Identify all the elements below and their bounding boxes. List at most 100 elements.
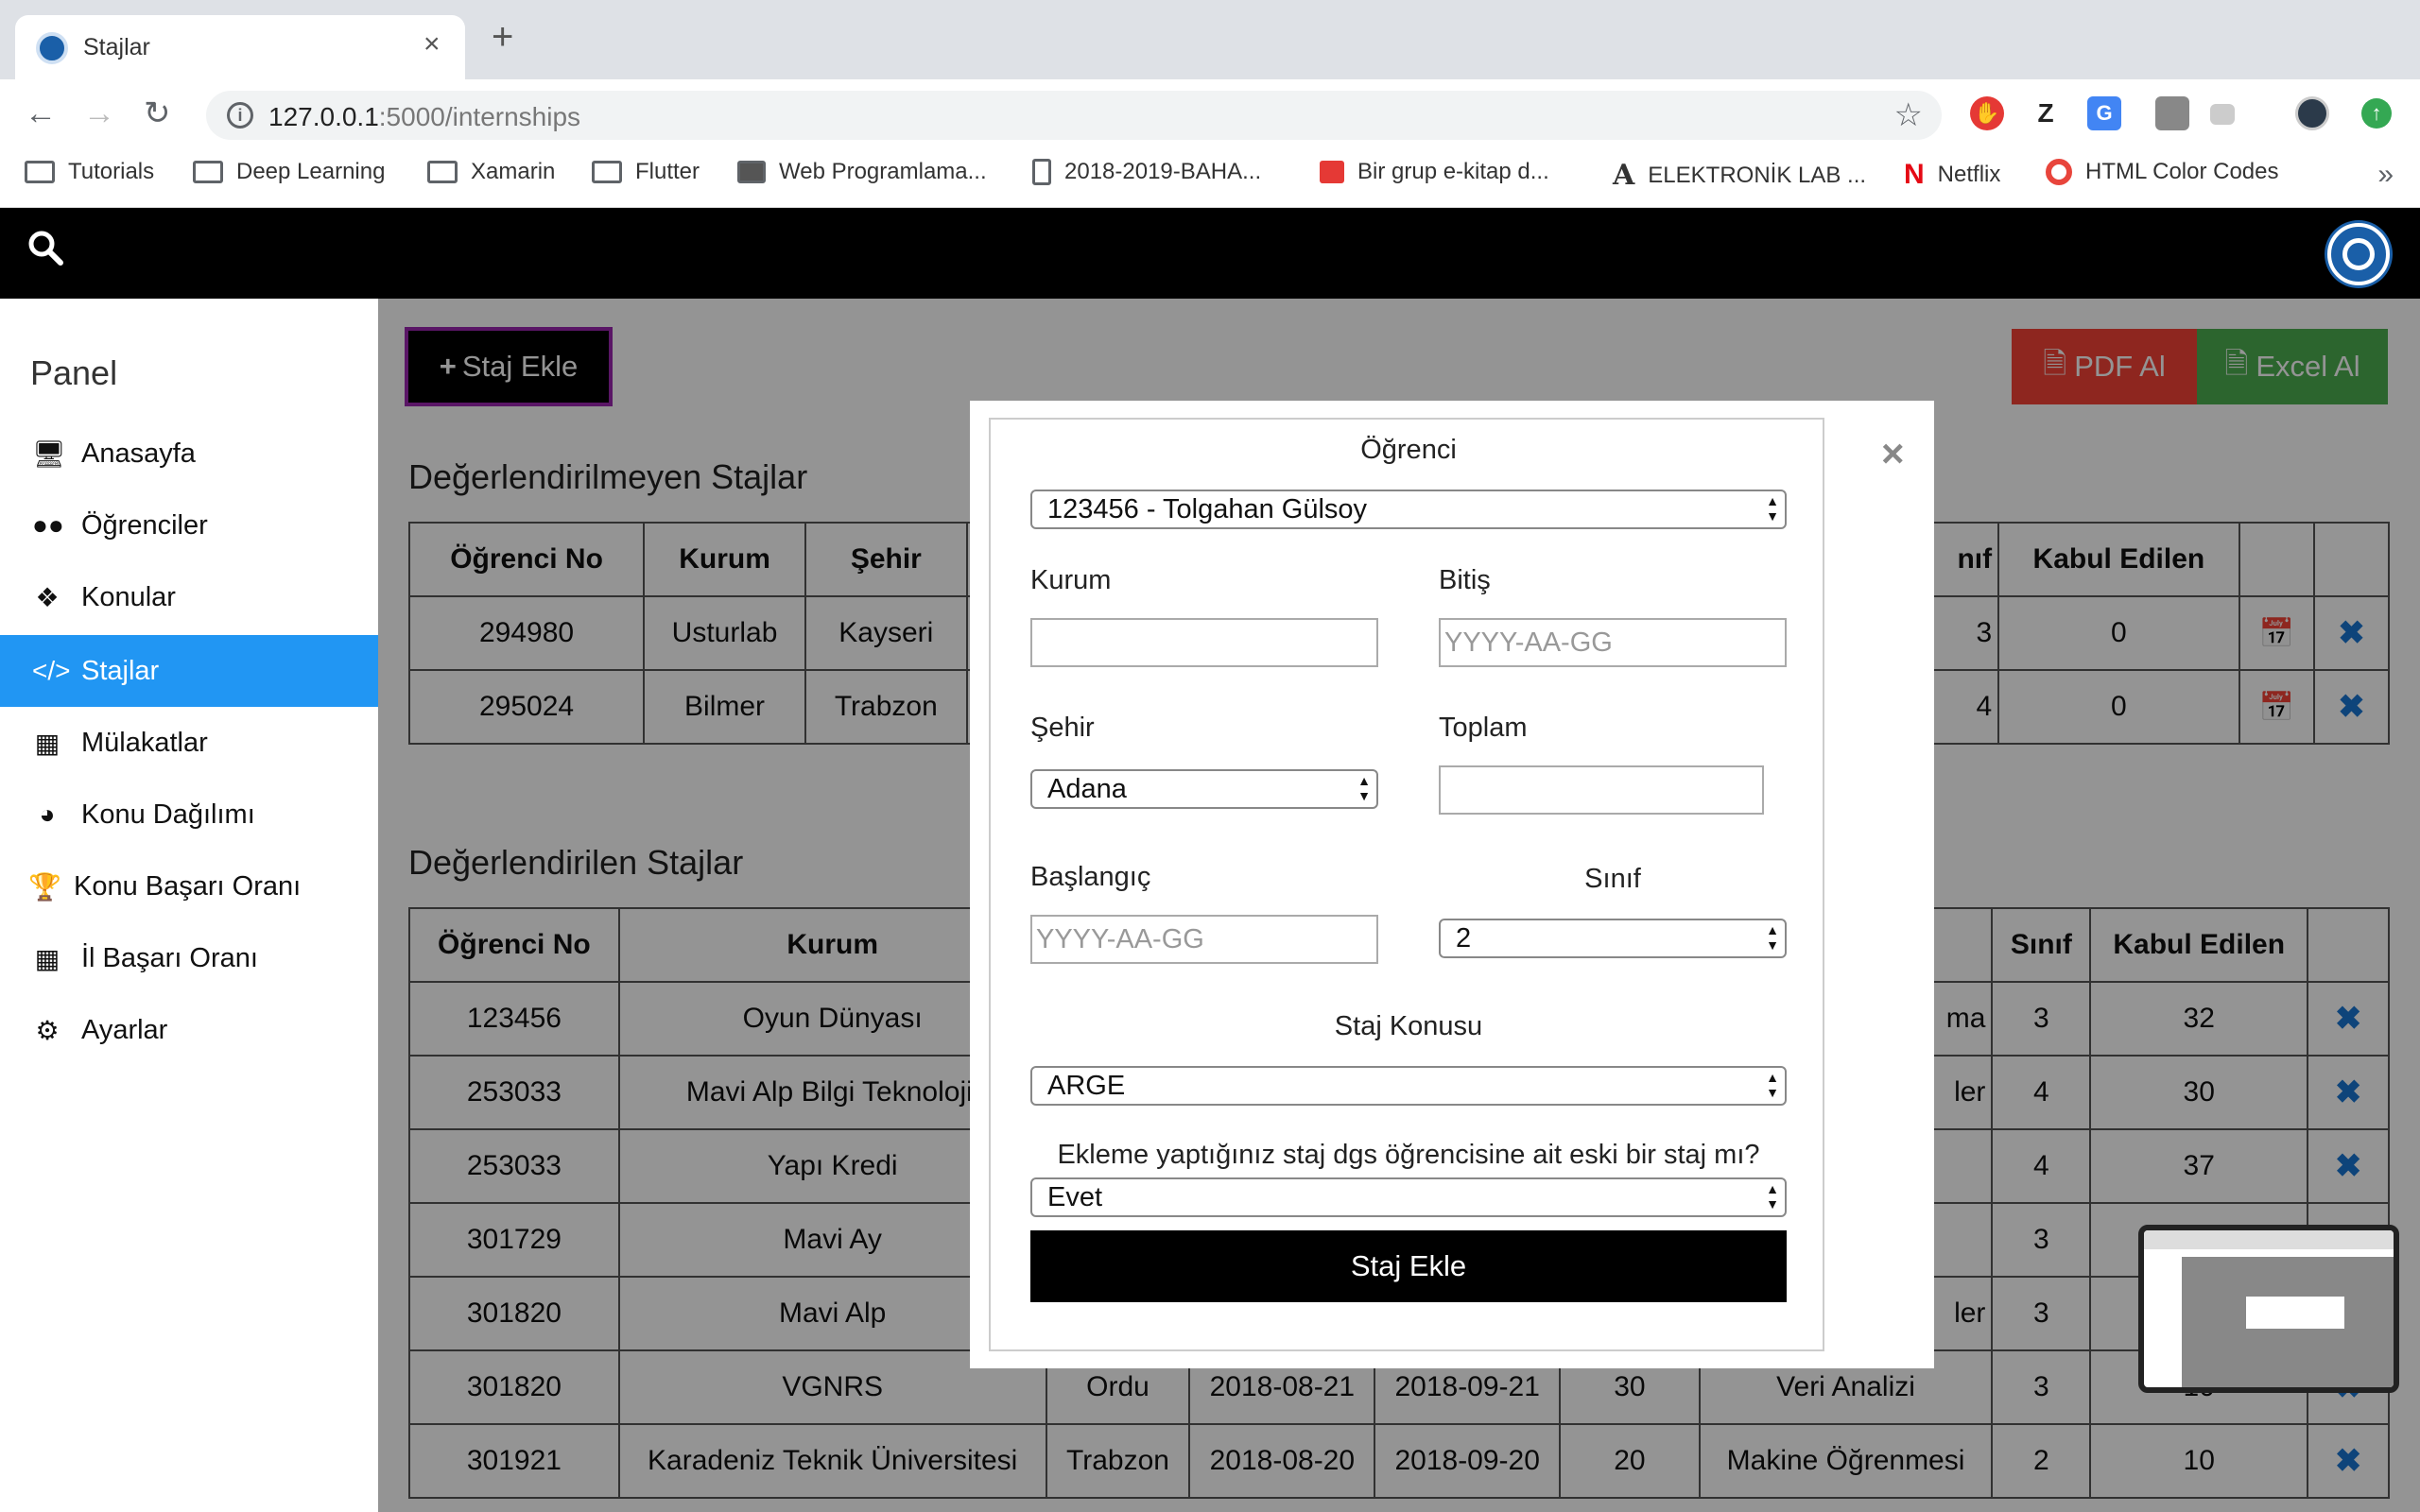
kurum-input[interactable] — [1030, 618, 1378, 667]
sidebar-item-label: Ayarlar — [81, 1014, 168, 1045]
url-path: :5000/internships — [378, 102, 581, 131]
bookmark-item[interactable]: HTML Color Codes — [2046, 159, 2279, 185]
sidebar: Panel 🖥 Anasayfa ●● Öğrenciler ❖ Konular </… — [0, 299, 378, 1512]
url-text[interactable]: 127.0.0.1:5000/internships — [268, 102, 580, 132]
sinif-select-value: 2 — [1456, 922, 1472, 954]
submit-internship-button[interactable]: Staj Ekle — [1030, 1230, 1787, 1302]
bookmark-item[interactable]: Web Programlama... — [737, 159, 987, 185]
baslangic-label: Başlangıç — [1030, 862, 1151, 892]
bookmark-label: Flutter — [635, 159, 700, 184]
select-arrows-icon: ▲ ▼ — [1766, 493, 1779, 524]
student-select[interactable]: 123456 - Tolgahan Gülsoy ▲ ▼ — [1030, 490, 1787, 529]
sidebar-item-anasayfa[interactable]: 🖥 Anasayfa — [0, 418, 378, 490]
profile-avatar[interactable] — [2295, 96, 2329, 130]
bookmark-item[interactable]: A ELEKTRONİK LAB ... — [1613, 159, 1866, 192]
sidebar-item-label: Konu Başarı Oranı — [74, 870, 302, 902]
sinif-select[interactable]: 2 ▲ ▼ — [1439, 919, 1787, 958]
bookmarks-bar: Tutorials Deep Learning Xamarin Flutter … — [0, 147, 2420, 208]
color-wheel-icon — [2046, 159, 2072, 185]
sidebar-title: Panel — [30, 353, 118, 392]
sidebar-item-label: İl Başarı Oranı — [81, 942, 258, 973]
tab-title: Stajlar — [83, 34, 150, 60]
bookmark-label: Tutorials — [68, 159, 155, 184]
bookmark-item[interactable]: Deep Learning — [193, 159, 385, 185]
sidebar-item-label: Anasayfa — [81, 438, 196, 469]
sidebar-item-konular[interactable]: ❖ Konular — [0, 561, 378, 633]
reload-icon[interactable]: ↻ — [144, 94, 171, 132]
sidebar-item-il-basari-orani[interactable]: ▦ İl Başarı Oranı — [0, 922, 378, 994]
thumbnail-modal — [2246, 1297, 2344, 1329]
university-logo — [2327, 223, 2390, 285]
sidebar-item-label: Öğrenciler — [81, 509, 208, 541]
eyedropper-extension-icon[interactable] — [2155, 96, 2189, 130]
select-arrows-icon: ▲ ▼ — [1766, 1181, 1779, 1211]
app-topbar — [0, 208, 2420, 299]
bookmarks-more-icon[interactable]: » — [2377, 159, 2394, 191]
ebook-icon — [1320, 161, 1344, 183]
bookmark-star-icon[interactable]: ☆ — [1894, 96, 1923, 134]
camera-extension-icon[interactable] — [2210, 104, 2235, 125]
browser-tabstrip: Stajlar × + — [0, 0, 2420, 79]
thumbnail-toolbar — [2144, 1230, 2394, 1249]
bookmark-label: Netflix — [1937, 162, 2001, 187]
kurum-label: Kurum — [1030, 565, 1112, 595]
bookmark-item[interactable]: 2018-2019-BAHA... — [1032, 159, 1261, 185]
browser-toolbar: ← → ↻ i 127.0.0.1:5000/internships ☆ ✋ Z… — [0, 79, 2420, 147]
bookmark-item[interactable]: Tutorials — [25, 159, 154, 185]
zotero-extension-icon[interactable]: Z — [2029, 96, 2063, 130]
forward-icon[interactable]: → — [83, 94, 115, 132]
sinif-label: Sınıf — [1584, 864, 1641, 894]
sidebar-item-ogrenciler[interactable]: ●● Öğrenciler — [0, 490, 378, 561]
tab-close-icon[interactable]: × — [424, 28, 441, 60]
map-icon: ▦ — [34, 943, 60, 973]
select-arrows-icon: ▲ ▼ — [1357, 773, 1371, 803]
bookmark-item[interactable]: Xamarin — [427, 159, 555, 185]
sidebar-item-ayarlar[interactable]: ⚙ Ayarlar — [0, 994, 378, 1066]
sehir-select[interactable]: Adana ▲ ▼ — [1030, 769, 1378, 809]
sidebar-item-konu-basari-orani[interactable]: 🏆 Konu Başarı Oranı — [0, 850, 378, 922]
folder-icon — [427, 161, 458, 183]
monitor-icon: 🖥 — [32, 438, 66, 469]
gear-icon: ⚙ — [35, 1015, 60, 1045]
screenshot-thumbnail[interactable] — [2138, 1225, 2399, 1393]
bookmark-label: ELEKTRONİK LAB ... — [1648, 162, 1867, 188]
folder-icon — [25, 161, 55, 183]
bookmark-item[interactable]: Bir grup e-kitap d... — [1320, 159, 1549, 185]
site-info-icon[interactable]: i — [227, 102, 253, 129]
pie-chart-icon: ◕ — [39, 799, 56, 829]
baslangic-date-input[interactable]: YYYY-AA-GG — [1030, 915, 1378, 964]
sidebar-item-konu-dagilimi[interactable]: ◕ Konu Dağılımı — [0, 779, 378, 850]
konu-select[interactable]: ARGE ▲ ▼ — [1030, 1066, 1787, 1106]
translate-extension-icon[interactable]: G — [2087, 96, 2121, 130]
sidebar-item-label: Mülakatlar — [81, 727, 208, 758]
select-arrows-icon: ▲ ▼ — [1766, 922, 1779, 953]
bookmark-item[interactable]: N Netflix — [1904, 159, 2000, 191]
back-icon[interactable]: ← — [25, 94, 57, 132]
student-select-value: 123456 - Tolgahan Gülsoy — [1047, 493, 1368, 524]
bookmark-label: Xamarin — [471, 159, 556, 184]
update-icon[interactable]: ↑ — [2361, 98, 2392, 129]
sehir-label: Şehir — [1030, 713, 1095, 743]
bookmark-item[interactable]: Flutter — [592, 159, 700, 185]
sehir-select-value: Adana — [1047, 773, 1127, 804]
tags-icon: ❖ — [35, 582, 60, 612]
code-icon: </> — [32, 656, 71, 685]
close-icon[interactable]: × — [1881, 431, 1905, 476]
sidebar-item-stajlar[interactable]: </> Stajlar — [0, 635, 378, 707]
toplam-input[interactable] — [1439, 765, 1764, 815]
address-bar[interactable]: i 127.0.0.1:5000/internships ☆ — [206, 91, 1942, 140]
bookmark-label: 2018-2019-BAHA... — [1064, 159, 1262, 184]
search-icon[interactable] — [26, 229, 64, 266]
dgs-select[interactable]: Evet ▲ ▼ — [1030, 1177, 1787, 1217]
browser-tab[interactable]: Stajlar × — [15, 15, 465, 79]
select-arrows-icon: ▲ ▼ — [1766, 1070, 1779, 1100]
users-icon: ●● — [32, 510, 64, 540]
calendar-icon: ▦ — [34, 728, 60, 758]
konu-label: Staj Konusu — [1334, 1011, 1483, 1041]
bitis-date-input[interactable]: YYYY-AA-GG — [1439, 618, 1787, 667]
new-tab-button[interactable]: + — [492, 18, 513, 56]
sidebar-item-label: Konular — [81, 581, 176, 612]
folder-icon — [592, 161, 622, 183]
adblock-extension-icon[interactable]: ✋ — [1970, 96, 2004, 130]
sidebar-item-mulakatlar[interactable]: ▦ Mülakatlar — [0, 707, 378, 779]
